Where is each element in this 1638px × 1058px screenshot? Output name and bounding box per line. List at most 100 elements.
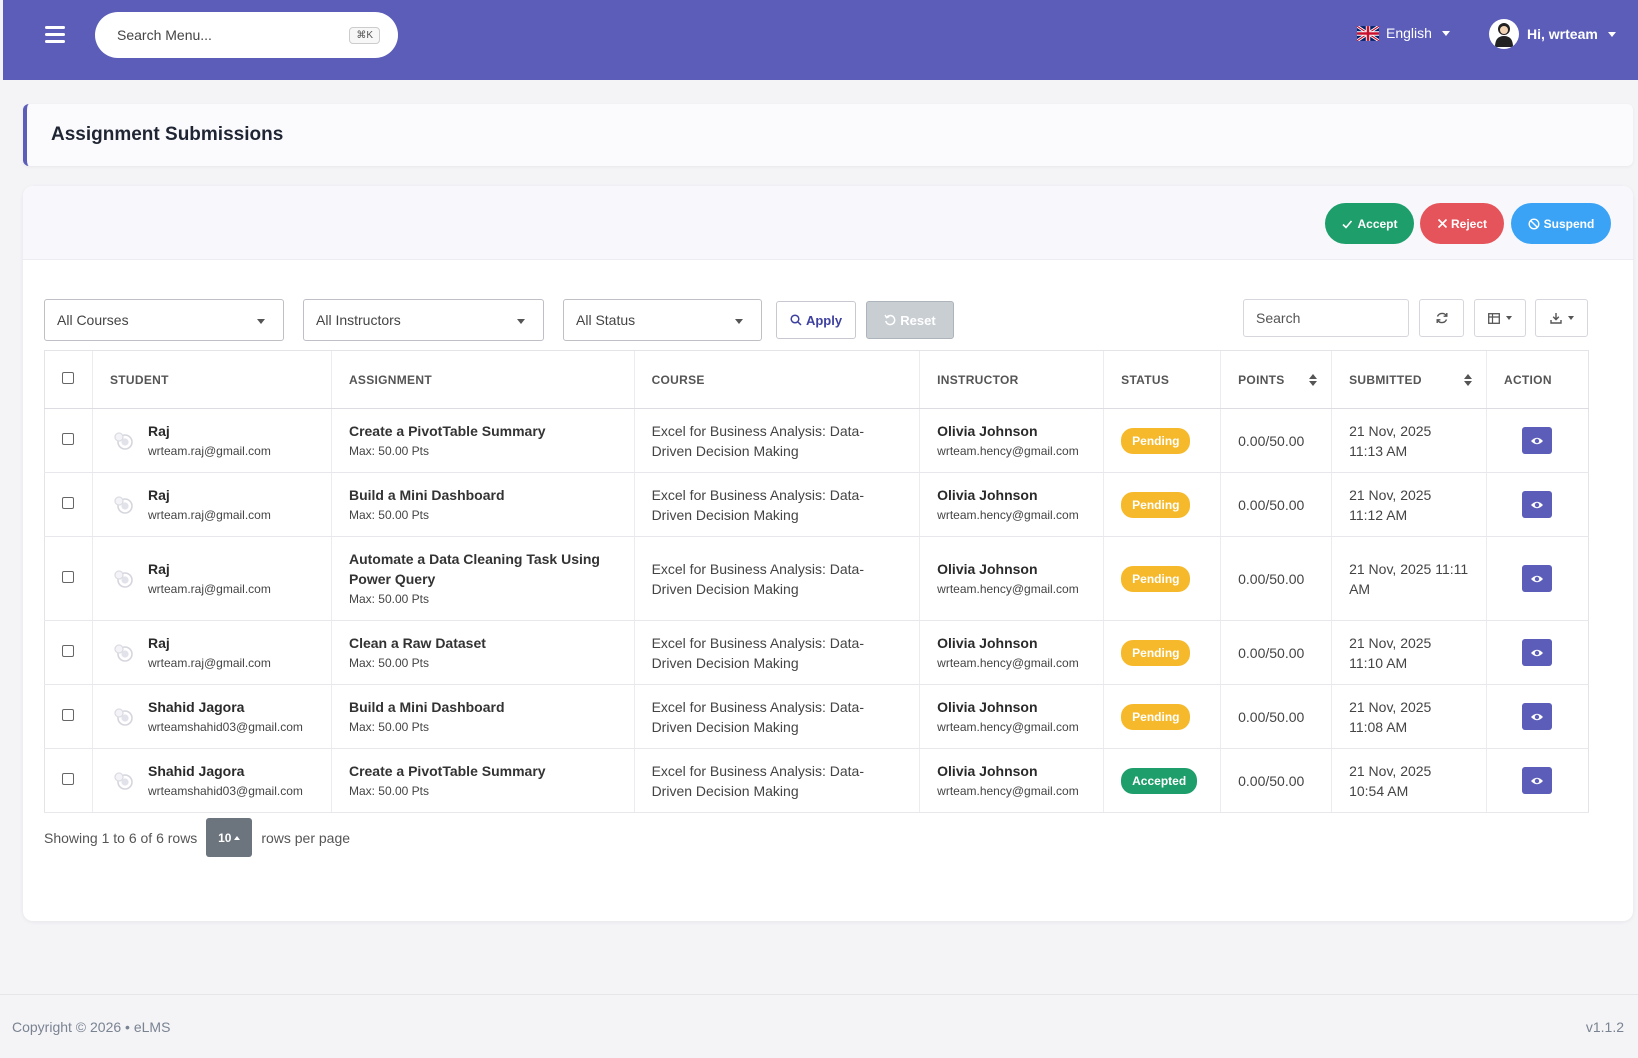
- suspend-label: Suspend: [1543, 216, 1595, 231]
- instructor-cell: Olivia Johnson wrteam.hency@gmail.com: [919, 620, 1104, 685]
- chevron-up-icon: [234, 835, 241, 840]
- student-avatar-icon: [114, 495, 133, 514]
- column-header-points[interactable]: POINTS: [1220, 350, 1332, 409]
- instructor-name: Olivia Johnson: [937, 486, 1038, 503]
- instructors-filter-select[interactable]: All Instructors: [303, 299, 544, 341]
- view-submission-button[interactable]: [1522, 767, 1553, 794]
- submitted-date: 21 Nov, 2025 11:10 AM: [1349, 634, 1432, 671]
- check-icon: [1342, 219, 1353, 229]
- student-avatar-icon: [114, 431, 133, 450]
- version-text: v1.1.2: [1585, 1019, 1624, 1035]
- action-cell: [1485, 748, 1590, 813]
- reset-button[interactable]: Reset: [866, 301, 954, 339]
- points-value: 0.00/50.00: [1238, 708, 1305, 725]
- status-cell: Pending: [1103, 536, 1221, 621]
- submitted-cell: 21 Nov, 2025 11:10 AM: [1331, 620, 1487, 685]
- chevron-down-icon: [1567, 316, 1574, 320]
- refresh-button[interactable]: [1419, 299, 1464, 337]
- sort-icon: [1463, 374, 1472, 386]
- chevron-down-icon: [735, 319, 743, 324]
- eye-icon: [1531, 649, 1544, 656]
- status-badge: Pending: [1121, 703, 1191, 730]
- student-email: wrteam.raj@gmail.com: [147, 507, 271, 522]
- export-button[interactable]: [1535, 299, 1588, 337]
- course-cell: Excel for Business Analysis: Data-Driven…: [633, 748, 920, 813]
- reset-label: Reset: [900, 312, 936, 328]
- status-filter-select[interactable]: All Status: [563, 299, 762, 341]
- search-menu-input[interactable]: Search Menu... ⌘K: [95, 12, 398, 58]
- row-checkbox[interactable]: [62, 497, 74, 509]
- status-badge: Pending: [1121, 427, 1191, 454]
- row-checkbox[interactable]: [62, 433, 74, 445]
- select-all-checkbox[interactable]: [62, 372, 74, 384]
- reset-icon: [884, 314, 896, 326]
- view-submission-button[interactable]: [1522, 639, 1553, 666]
- assignment-max-points: Max: 50.00 Pts: [348, 507, 429, 522]
- instructors-filter-value: All Instructors: [316, 312, 401, 328]
- accept-button[interactable]: Accept: [1325, 203, 1414, 244]
- rows-per-page-select[interactable]: 10: [206, 818, 253, 857]
- status-cell: Pending: [1103, 684, 1221, 749]
- submitted-cell: 21 Nov, 2025 11:08 AM: [1331, 684, 1487, 749]
- student-cell: Raj wrteam.raj@gmail.com: [91, 408, 332, 473]
- columns-icon: [1488, 312, 1500, 324]
- language-selector[interactable]: English: [1357, 25, 1450, 41]
- action-cell: [1485, 684, 1590, 749]
- table-header-row: STUDENT ASSIGNMENT COURSE INSTRUCTOR STA…: [44, 350, 1590, 409]
- student-cell: Raj wrteam.raj@gmail.com: [91, 620, 332, 685]
- action-cell: [1485, 620, 1590, 685]
- reject-button[interactable]: Reject: [1420, 203, 1504, 244]
- columns-toggle-button[interactable]: [1474, 299, 1526, 337]
- table-search-input[interactable]: [1243, 299, 1409, 337]
- assignment-title: Build a Mini Dashboard: [348, 698, 505, 715]
- assignment-cell: Create a PivotTable Summary Max: 50.00 Pt…: [330, 748, 635, 813]
- view-submission-button[interactable]: [1522, 491, 1553, 518]
- row-checkbox[interactable]: [62, 773, 74, 785]
- rows-per-page-value: 10: [218, 830, 232, 845]
- eye-icon: [1531, 777, 1544, 784]
- points-cell: 0.00/50.00: [1220, 748, 1332, 813]
- status-cell: Pending: [1103, 472, 1221, 537]
- column-header-submitted[interactable]: SUBMITTED: [1331, 350, 1487, 409]
- status-badge: Pending: [1121, 491, 1191, 518]
- course-name: Excel for Business Analysis: Data-Driven…: [651, 634, 864, 671]
- view-submission-button[interactable]: [1522, 703, 1553, 730]
- view-submission-button[interactable]: [1522, 565, 1553, 592]
- sort-icon: [1309, 374, 1318, 386]
- view-submission-button[interactable]: [1522, 427, 1553, 454]
- table-row: Raj wrteam.raj@gmail.com Automate a Data C…: [44, 536, 1590, 621]
- submissions-table: STUDENT ASSIGNMENT COURSE INSTRUCTOR STA…: [44, 350, 1590, 813]
- row-select-cell: [44, 684, 93, 749]
- assignment-cell: Create a PivotTable Summary Max: 50.00 Pt…: [330, 408, 635, 473]
- assignment-max-points: Max: 50.00 Pts: [348, 655, 429, 670]
- instructor-cell: Olivia Johnson wrteam.hency@gmail.com: [919, 684, 1104, 749]
- uk-flag-icon: [1357, 25, 1379, 41]
- student-name: Raj: [147, 634, 170, 651]
- footer: Copyright © 2026 • eLMS v1.1.2: [0, 994, 1638, 1058]
- course-name: Excel for Business Analysis: Data-Driven…: [651, 762, 864, 799]
- student-cell: Raj wrteam.raj@gmail.com: [91, 472, 332, 537]
- copyright-text: Copyright © 2026 • eLMS: [12, 1019, 171, 1035]
- row-checkbox[interactable]: [62, 571, 74, 583]
- student-email: wrteamshahid03@gmail.com: [147, 783, 303, 798]
- row-checkbox[interactable]: [62, 709, 74, 721]
- apply-button[interactable]: Apply: [776, 301, 856, 339]
- assignment-max-points: Max: 50.00 Pts: [348, 783, 429, 798]
- course-cell: Excel for Business Analysis: Data-Driven…: [633, 408, 920, 473]
- download-icon: [1549, 313, 1562, 324]
- chevron-down-icon: [1441, 30, 1450, 36]
- suspend-button[interactable]: Suspend: [1511, 203, 1611, 244]
- pagination-bar: Showing 1 to 6 of 6 rows 10 rows per pag…: [44, 818, 350, 857]
- table-row: Shahid Jagora wrteamshahid03@gmail.com Cre…: [44, 748, 1590, 813]
- hamburger-icon[interactable]: [45, 26, 65, 44]
- user-menu[interactable]: Hi, wrteam: [1489, 19, 1616, 49]
- instructor-name: Olivia Johnson: [937, 422, 1038, 439]
- courses-filter-select[interactable]: All Courses: [44, 299, 284, 341]
- instructor-name: Olivia Johnson: [937, 698, 1038, 715]
- column-header-instructor: INSTRUCTOR: [919, 350, 1104, 409]
- points-cell: 0.00/50.00: [1220, 408, 1332, 473]
- row-checkbox[interactable]: [62, 645, 74, 657]
- page-title: Assignment Submissions: [51, 124, 284, 145]
- table-body: Raj wrteam.raj@gmail.com Create a PivotTab…: [44, 408, 1590, 813]
- table-row: Shahid Jagora wrteamshahid03@gmail.com Bui…: [44, 684, 1590, 749]
